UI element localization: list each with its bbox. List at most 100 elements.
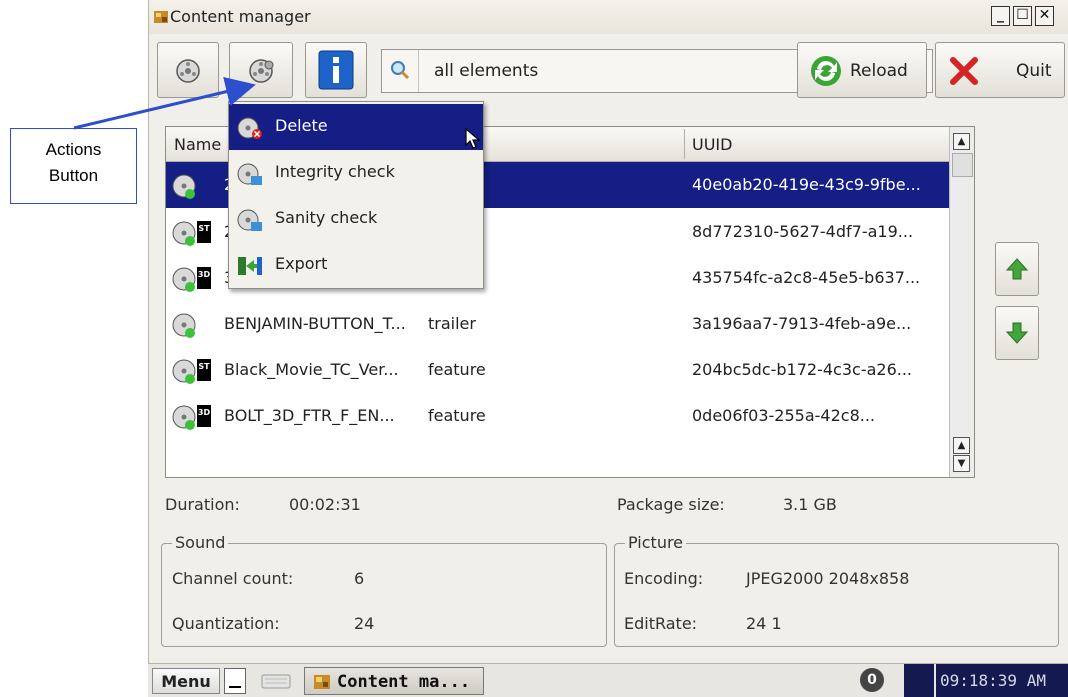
film-reel-icon [176,59,200,83]
tray-status-icon[interactable]: 0 [860,668,884,692]
reload-button[interactable]: Reload [797,42,927,98]
film-reel-icon: ST [172,221,211,246]
menu-item-export-label: Export [275,254,328,273]
channel-count-label: Channel count: [172,569,294,588]
window-title: Content manager [170,7,311,26]
column-name-header[interactable]: Name [174,135,221,154]
table-row[interactable]: ST Black_Movie_TC_Ver... feature 204bc5dc-b… [166,347,951,393]
menu-item-delete[interactable]: Delete [229,104,483,150]
channel-count-value: 6 [354,569,365,588]
scroll-up-arrow-bottom[interactable]: ▲ [953,437,970,454]
info-button[interactable] [305,42,367,98]
menu-item-integrity-check[interactable]: Integrity check [229,150,483,196]
task-label: Content ma... [337,672,471,692]
menu-item-sanity-check-label: Sanity check [275,208,378,227]
sound-group: Sound Channel count: 6 Quantization: 24 [161,533,607,647]
row-kind: trailer [428,314,476,333]
quantization-value: 24 [354,614,375,633]
filter-value: all elements [434,61,539,81]
close-button[interactable]: ✕ [1035,6,1054,26]
move-up-button[interactable] [995,242,1039,296]
row-name: BOLT_3D_FTR_F_EN... [224,406,395,425]
show-desktop-button[interactable] [224,668,246,694]
package-size-value: 3.1 GB [783,495,837,514]
row-uuid: 435754fc-a2c8-45e5-b637... [692,268,921,287]
mouse-cursor-icon [465,128,481,149]
integrity-check-icon [237,163,262,185]
green-up-arrow-icon [1005,258,1029,280]
callout-line-1: Actions [45,140,102,159]
row-uuid: 40e0ab20-419e-43c9-9fbe... [692,175,921,194]
title-bar: Content manager _ ☐ ✕ [149,0,1068,34]
taskbar: Menu Content ma... 0 09:18:39 AM [148,663,1068,697]
encoding-label: Encoding: [624,569,704,588]
menu-item-export[interactable]: Export [229,242,483,288]
quit-label: Quit [1016,61,1052,81]
row-uuid: 0de06f03-255a-42c8... [692,406,876,425]
export-icon [238,257,262,275]
duration-label: Duration: [165,495,240,514]
quit-x-icon [950,57,978,85]
actions-menu: Delete Integrity check Sanity check Expo… [228,101,484,289]
callout-line-2: Button [48,166,99,185]
svg-text:ST: ST [198,224,210,233]
sound-legend: Sound [172,533,229,552]
green-down-arrow-icon [1005,322,1029,344]
minimize-button[interactable]: _ [991,6,1010,26]
info-icon [318,50,354,90]
content-manager-window: Content manager _ ☐ ✕ all elements Reloa… [148,0,1068,663]
actions-reel-icon [249,59,274,83]
actions-button[interactable] [229,42,293,98]
move-down-button[interactable] [995,306,1039,360]
row-uuid: 204bc5dc-b172-4c3c-a26... [692,360,913,379]
row-name: Black_Movie_TC_Ver... [224,360,399,379]
reload-icon [811,56,841,86]
film-reel-icon: 3D [172,267,211,292]
taskbar-menu-button[interactable]: Menu [152,668,220,694]
keyboard-icon[interactable] [252,668,300,694]
table-row[interactable]: BENJAMIN-BUTTON_T... trailer 3a196aa7-7913… [166,301,951,347]
picture-legend: Picture [625,533,687,552]
row-name: BENJAMIN-BUTTON_T... [224,314,406,333]
app-icon [154,11,168,23]
svg-text:ST: ST [198,362,210,371]
editrate-label: EditRate: [624,614,698,633]
search-icon [382,50,419,92]
table-row[interactable]: 3D BOLT_3D_FTR_F_EN... feature 0de06f03-255… [166,393,951,439]
films-button[interactable] [157,42,219,98]
sanity-check-icon [237,209,262,231]
delete-icon [237,117,262,139]
column-uuid-header[interactable]: UUID [692,135,732,154]
scroll-thumb[interactable] [952,153,973,177]
film-reel-icon [172,174,196,199]
menu-item-integrity-check-label: Integrity check [275,162,395,181]
row-uuid: 3a196aa7-7913-4feb-a9e... [692,314,912,333]
picture-group: Picture Encoding: JPEG2000 2048x858 Edit… [614,533,1059,647]
row-kind: feature [428,406,486,425]
actions-button-callout: Actions Button [10,128,137,204]
duration-value: 00:02:31 [289,495,361,514]
film-reel-icon: ST [172,359,211,384]
svg-text:3D: 3D [198,408,211,417]
row-kind: feature [428,360,486,379]
editrate-value: 24 1 [746,614,782,633]
clock: 09:18:39 AM [936,664,1068,697]
encoding-value: JPEG2000 2048x858 [746,569,910,588]
svg-text:3D: 3D [198,270,211,279]
quit-button[interactable]: Quit [935,42,1065,98]
quantization-label: Quantization: [172,614,280,633]
package-size-label: Package size: [617,495,725,514]
scroll-down-arrow[interactable]: ▼ [953,455,970,472]
film-reel-icon [172,313,196,338]
table-scrollbar[interactable]: ▲ ▲ ▼ [949,127,974,477]
maximize-button[interactable]: ☐ [1013,6,1032,26]
task-app-icon [314,675,330,689]
tray-spacer [904,664,934,697]
film-reel-icon: 3D [172,405,211,430]
scroll-up-arrow[interactable]: ▲ [953,133,970,150]
reload-label: Reload [850,61,908,81]
menu-item-delete-label: Delete [275,116,328,135]
menu-item-sanity-check[interactable]: Sanity check [229,196,483,242]
row-uuid: 8d772310-5627-4df7-a19... [692,222,914,241]
taskbar-window-content-manager[interactable]: Content ma... [304,667,484,695]
